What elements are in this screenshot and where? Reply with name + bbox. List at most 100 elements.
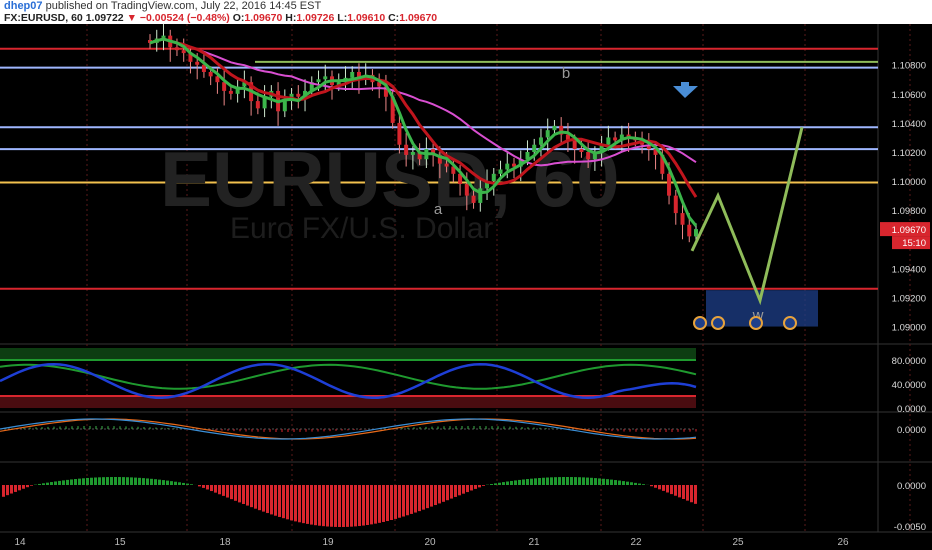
histogram-bar <box>118 477 121 485</box>
histogram-bar <box>2 485 5 497</box>
wave-label: a <box>434 201 443 218</box>
histogram-bar <box>518 479 521 485</box>
histogram-bar <box>618 480 621 485</box>
histogram-bar <box>262 485 265 512</box>
histogram-bar <box>602 478 605 485</box>
histogram-bar <box>642 484 645 485</box>
histogram-bar <box>422 485 425 510</box>
histogram-bar <box>74 479 77 485</box>
x-tick-label: 19 <box>322 537 334 548</box>
histogram-bar <box>630 482 633 485</box>
event-marker-icon[interactable] <box>749 316 763 330</box>
candle-body <box>579 149 584 152</box>
candle-body <box>444 163 449 167</box>
histogram-bar <box>538 478 541 485</box>
author-link[interactable]: dhep07 <box>4 0 43 12</box>
histogram-bar <box>402 485 405 517</box>
candle-body <box>296 93 301 97</box>
oscillator-tick-label: 40.0000 <box>892 380 926 391</box>
histogram-bar <box>374 485 377 524</box>
histogram-bar <box>534 478 537 485</box>
oscillator-tick-label: 0.0000 <box>897 404 926 415</box>
histogram-bar <box>122 477 125 485</box>
open-value: 1.09670 <box>244 12 283 24</box>
trading-chart[interactable]: EURUSD, 60 Euro FX/U.S. Dollar abw 1.108… <box>0 24 932 550</box>
histogram-bar <box>678 485 681 498</box>
candle-body <box>613 137 618 141</box>
histogram-bar <box>150 478 153 485</box>
histogram-bar <box>166 480 169 485</box>
histogram-bar <box>306 485 309 524</box>
x-tick-label: 14 <box>14 537 26 548</box>
histogram-bar <box>58 480 61 485</box>
histogram-bar <box>94 477 97 485</box>
histogram-bar <box>242 485 245 505</box>
histogram-bar <box>482 485 485 486</box>
histogram-bar <box>446 485 449 501</box>
x-tick-label: 22 <box>630 537 642 548</box>
candle-body <box>316 79 321 83</box>
x-tick-label: 15 <box>114 537 126 548</box>
event-marker-icon[interactable] <box>711 316 725 330</box>
histogram-bar <box>398 485 401 518</box>
histogram-bar <box>278 485 281 517</box>
histogram-bar <box>294 485 297 522</box>
histogram-bar <box>134 477 137 485</box>
x-tick-label: 26 <box>837 537 849 548</box>
histogram-bar <box>578 477 581 485</box>
low-value: 1.09610 <box>347 12 386 24</box>
histogram-bar <box>210 485 213 492</box>
histogram-bar <box>530 478 533 485</box>
histogram-bar <box>10 485 13 494</box>
histogram-bar <box>318 485 321 526</box>
histogram-bar <box>662 485 665 491</box>
y-tick-label: 1.09800 <box>892 206 926 217</box>
histogram-bar <box>54 481 57 485</box>
y-tick-label: 1.10000 <box>892 177 926 188</box>
histogram-bar <box>394 485 397 519</box>
histogram-bar <box>102 477 105 485</box>
candle-body <box>680 213 685 225</box>
histogram-bar <box>546 477 549 485</box>
candle-body <box>498 169 503 174</box>
histogram-bar <box>682 485 685 499</box>
histogram-bar <box>626 481 629 485</box>
histogram-bar <box>562 477 565 485</box>
histogram-bar <box>466 485 469 493</box>
histogram-bar <box>250 485 253 508</box>
histogram-bar <box>78 478 81 485</box>
histogram-bar <box>190 484 193 485</box>
watermark-symbol: EURUSD, 60 <box>160 135 619 223</box>
histogram-tick-label: 0.0000 <box>897 481 926 492</box>
histogram-bar <box>130 477 133 485</box>
histogram-bar <box>50 482 53 485</box>
histogram-bar <box>142 478 145 485</box>
histogram-bar <box>158 479 161 485</box>
histogram-bar <box>238 485 241 503</box>
histogram-bar <box>622 481 625 485</box>
histogram-bar <box>462 485 465 494</box>
histogram-bar <box>170 481 173 485</box>
histogram-bar <box>690 485 693 503</box>
candle-body <box>410 152 415 155</box>
histogram-bar <box>214 485 217 493</box>
histogram-bar <box>522 479 525 485</box>
histogram-bar <box>202 485 205 488</box>
histogram-bar <box>282 485 285 519</box>
y-tick-label: 1.09200 <box>892 293 926 304</box>
overbought-zone <box>0 348 696 360</box>
histogram-bar <box>330 485 333 527</box>
watermark-name: Euro FX/U.S. Dollar <box>230 212 493 245</box>
histogram-bar <box>354 485 357 527</box>
event-marker-icon[interactable] <box>783 316 797 330</box>
histogram-bar <box>454 485 457 497</box>
histogram-bar <box>302 485 305 524</box>
histogram-bar <box>322 485 325 527</box>
histogram-bar <box>506 481 509 485</box>
event-marker-icon[interactable] <box>693 316 707 330</box>
candle-body <box>532 144 537 152</box>
histogram-bar <box>430 485 433 507</box>
candle-body <box>572 140 577 150</box>
down-arrow-icon-stem <box>681 82 689 90</box>
publish-info: dhep07 published on TradingView.com, Jul… <box>4 0 321 12</box>
